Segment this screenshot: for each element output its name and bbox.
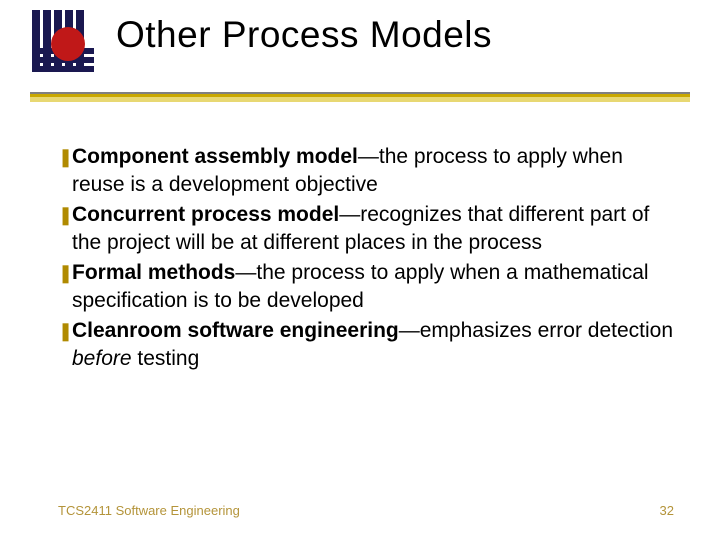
bullet-item: ❚ Component assembly model—the process t… [58, 143, 674, 199]
bullet-item: ❚ Formal methods—the process to apply wh… [58, 259, 674, 315]
bullet-text: Cleanroom software engineering—emphasize… [72, 317, 674, 373]
logo-icon [30, 8, 104, 78]
bullet-rest: —emphasizes error detection [399, 319, 673, 342]
slide-title: Other Process Models [116, 8, 492, 56]
bullet-bold: Component assembly model [72, 145, 358, 168]
bullet-text: Component assembly model—the process to … [72, 143, 674, 199]
bullet-item: ❚ Cleanroom software engineering—emphasi… [58, 317, 674, 373]
bullet-item: ❚ Concurrent process model—recognizes th… [58, 201, 674, 257]
slide-header: Other Process Models [0, 0, 720, 78]
slide-footer: TCS2411 Software Engineering 32 [58, 503, 674, 518]
slide-body: ❚ Component assembly model—the process t… [0, 113, 720, 373]
bullet-icon: ❚ [58, 317, 72, 345]
bullet-italic: before [72, 347, 132, 370]
footer-right: 32 [660, 503, 674, 518]
title-underline [30, 84, 690, 113]
bullet-text: Formal methods—the process to apply when… [72, 259, 674, 315]
footer-left: TCS2411 Software Engineering [58, 503, 240, 518]
bullet-icon: ❚ [58, 143, 72, 171]
bullet-bold: Formal methods [72, 261, 235, 284]
bullet-bold: Concurrent process model [72, 203, 339, 226]
bullet-icon: ❚ [58, 259, 72, 287]
bullet-icon: ❚ [58, 201, 72, 229]
bullet-text: Concurrent process model—recognizes that… [72, 201, 674, 257]
bullet-tail: testing [132, 347, 200, 370]
bullet-bold: Cleanroom software engineering [72, 319, 399, 342]
